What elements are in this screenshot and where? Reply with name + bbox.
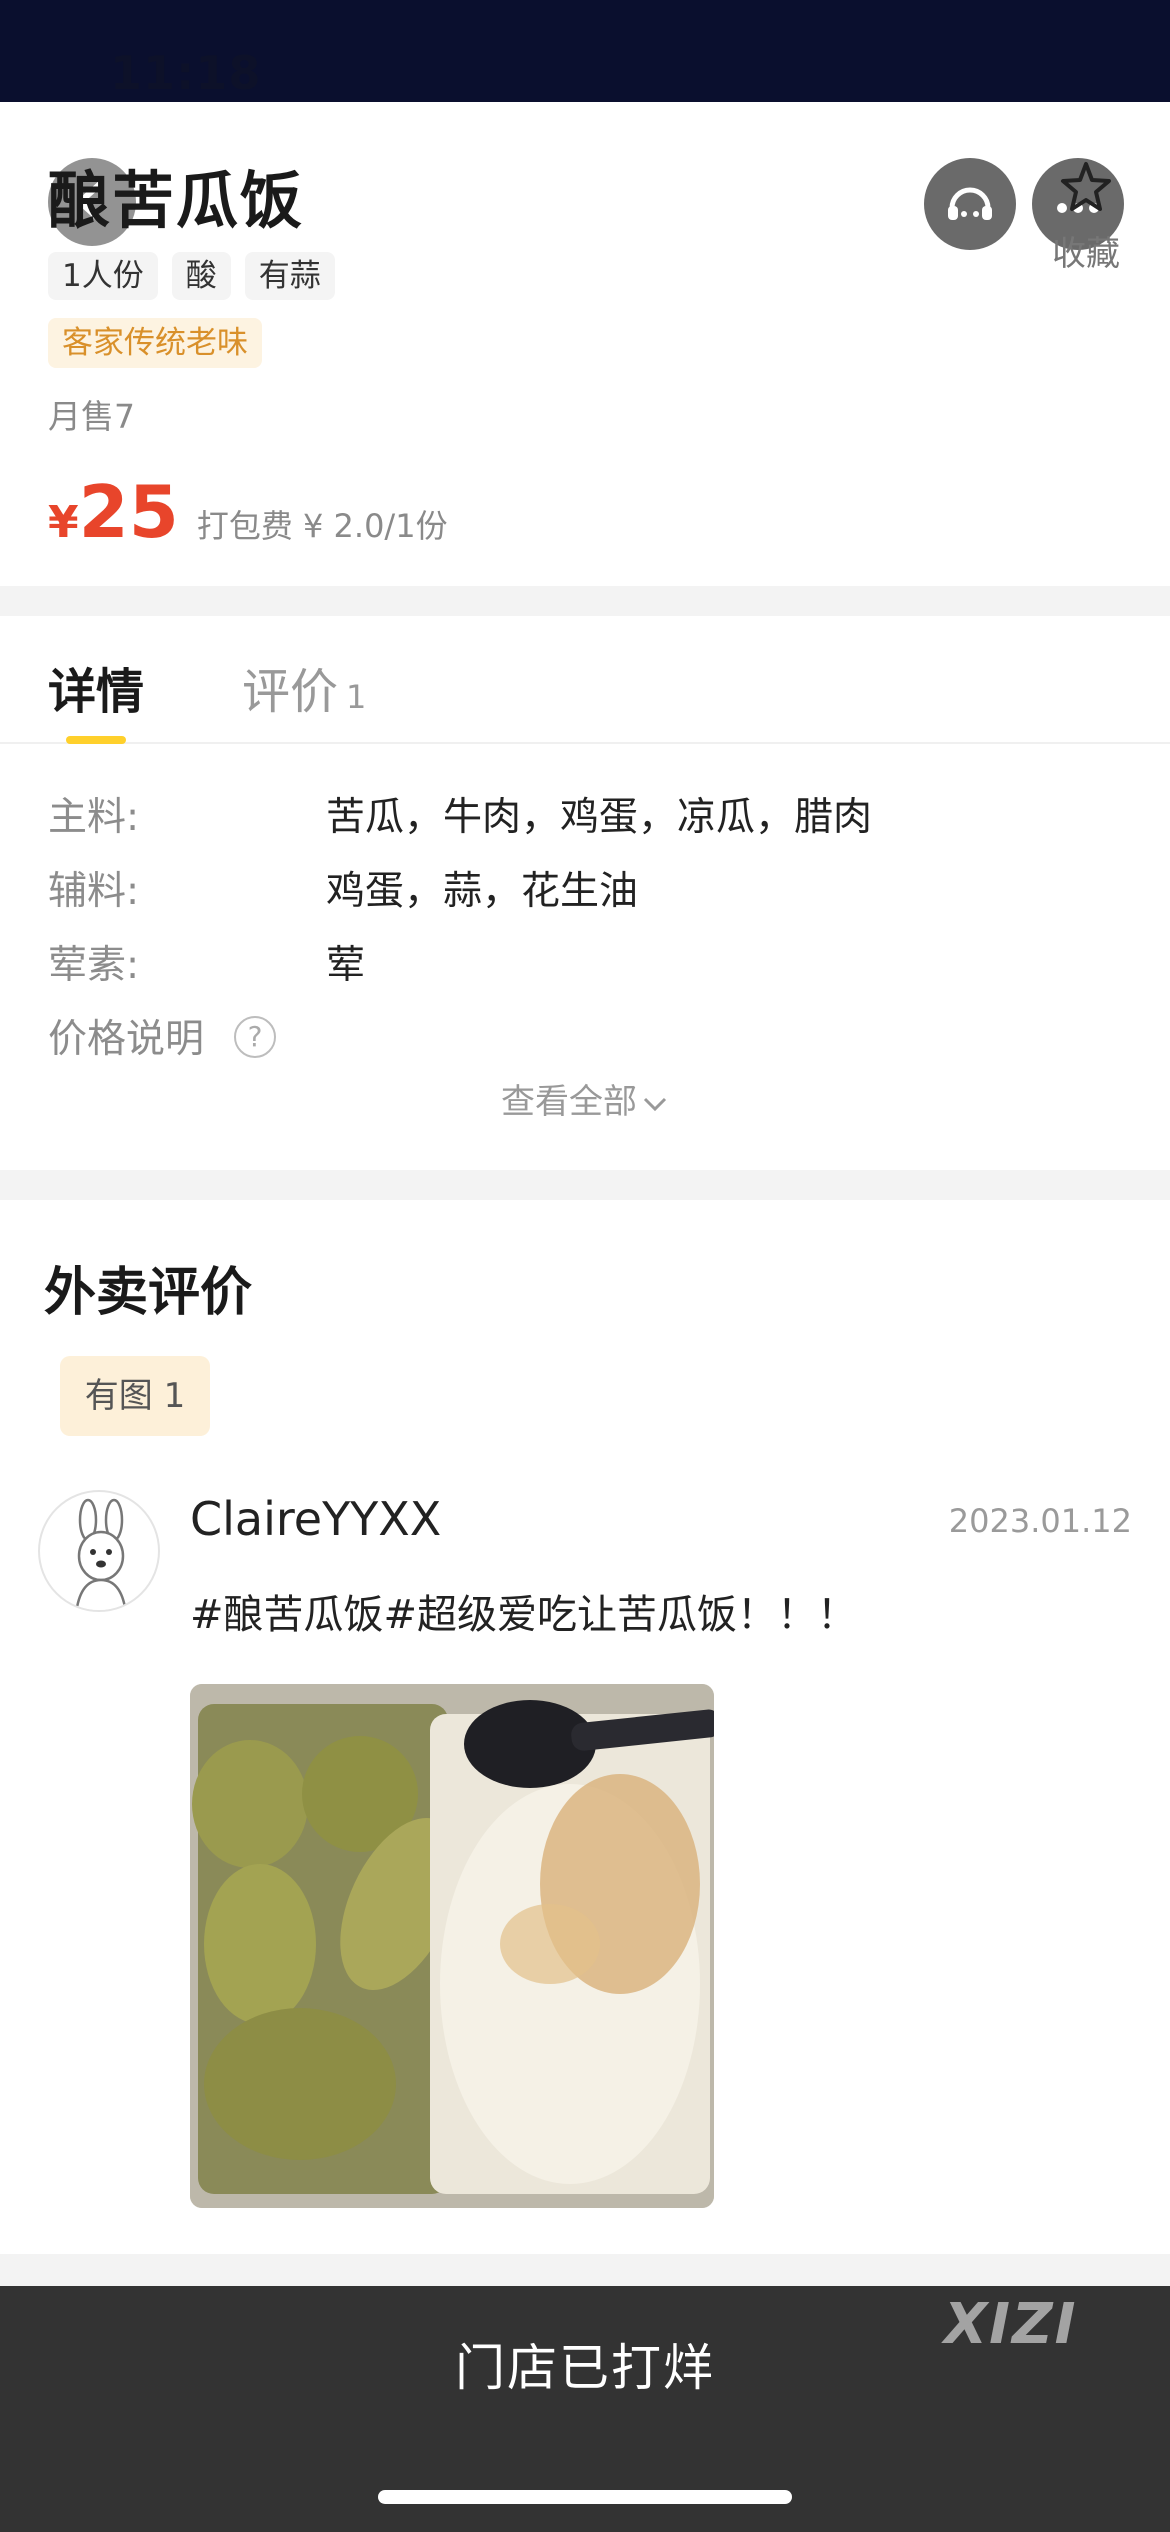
dish-detail-page: { "status": { "time": "11:18" }, "dish":… [0, 0, 1170, 2532]
section-divider [0, 586, 1170, 616]
filter-with-photos[interactable]: 有图 1 [60, 1356, 210, 1436]
avatar[interactable] [38, 1490, 160, 1612]
tab-details[interactable]: 详情 [48, 652, 144, 722]
view-all-label: 查看全部 [501, 1082, 637, 1122]
price-note-label: 价格说明 [48, 1017, 205, 1062]
chevron-down-icon [643, 1097, 667, 1111]
favorite-label[interactable]: 收藏 [1052, 226, 1120, 275]
detail-value: 鸡蛋，蒜，花生油 [326, 869, 639, 914]
tab-bar: 详情 评价 1 [0, 616, 1170, 744]
status-time: 11:18 [110, 46, 262, 100]
reviews-section-title: 外卖评价 [44, 1263, 253, 1323]
dish-title: 酿苦瓜饭 [48, 164, 305, 237]
review-date: 2023.01.12 [948, 1502, 1132, 1540]
portion-tag: 1人份 [48, 252, 158, 300]
view-all-link[interactable]: 查看全部 [0, 1074, 1170, 1123]
review-text: #酿苦瓜饭#超级爱吃让苦瓜饭！！！ [190, 1592, 858, 1638]
taste-tag: 酸 [171, 252, 231, 300]
section-divider [0, 1170, 1170, 1200]
detail-label: 荤素: [48, 943, 140, 988]
garlic-tag: 有蒜 [244, 252, 335, 300]
tab-reviews-label: 评价 [242, 664, 339, 720]
active-tab-indicator [66, 736, 126, 744]
tab-reviews[interactable]: 评价 1 [242, 652, 366, 722]
detail-value: 苦瓜，牛肉，鸡蛋，凉瓜，腊肉 [326, 795, 873, 840]
currency-symbol: ¥ [48, 497, 79, 548]
detail-value: 荤 [326, 943, 366, 988]
price-row: ¥ 25 打包费 ¥ 2.0/1份 [48, 470, 448, 554]
customer-service-icon [948, 187, 992, 220]
packing-fee: 打包费 ¥ 2.0/1份 [196, 507, 448, 545]
kangaroo-avatar-icon [75, 1498, 127, 1610]
review-photo[interactable] [190, 1684, 714, 2208]
detail-label: 主料: [48, 795, 140, 840]
star-icon[interactable] [1058, 160, 1114, 214]
help-icon[interactable]: ? [234, 1016, 276, 1058]
home-indicator[interactable] [378, 2490, 792, 2504]
dish-tags: 1人份 酸 有蒜 [48, 252, 335, 300]
detail-label: 辅料: [48, 869, 140, 914]
monthly-sales: 月售7 [48, 397, 135, 436]
dish-price: 25 [78, 470, 179, 554]
customer-service-button[interactable] [924, 158, 1016, 250]
food-photo-illustration [190, 1684, 714, 2208]
tab-reviews-count: 1 [346, 678, 367, 716]
status-bar: 11:18 [0, 0, 1170, 102]
reviewer-name: ClaireYYXX [190, 1492, 442, 1546]
watermark: XIZI [944, 2292, 1078, 2357]
section-divider [0, 2254, 1170, 2286]
flavor-tag: 客家传统老味 [48, 318, 262, 368]
